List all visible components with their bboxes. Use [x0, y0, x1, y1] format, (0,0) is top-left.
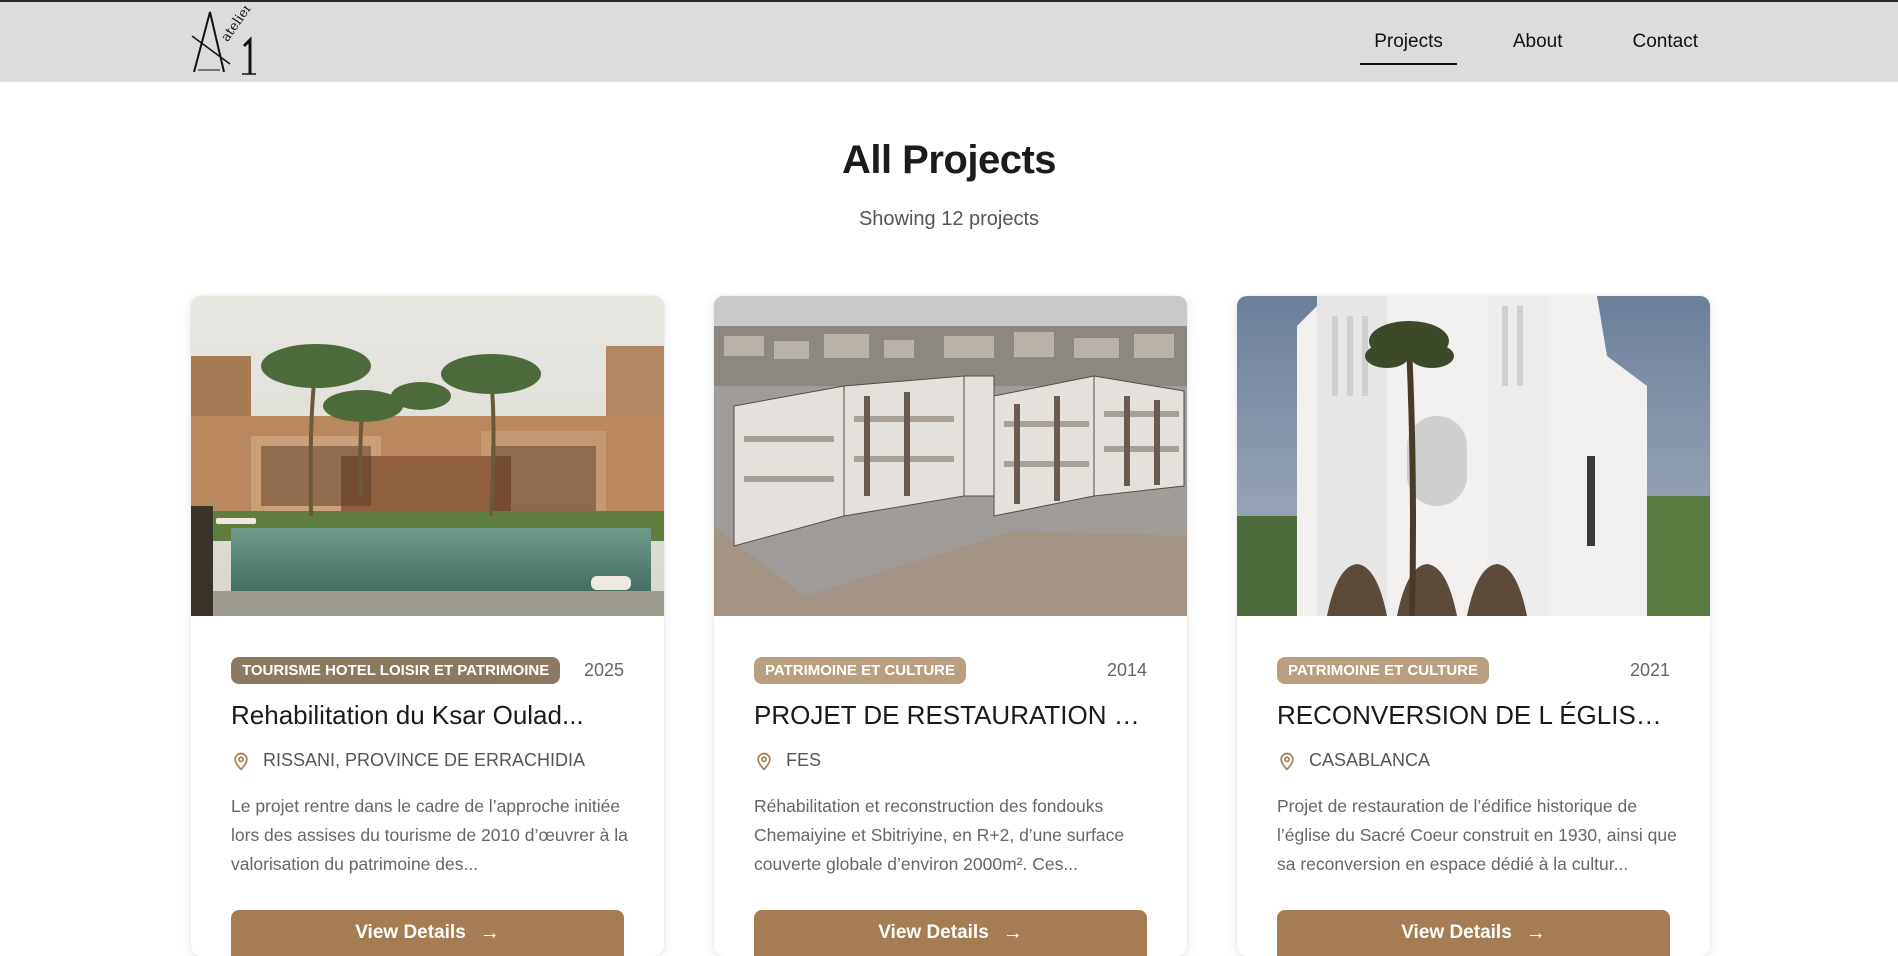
- category-badge: PATRIMOINE ET CULTURE: [1277, 656, 1489, 684]
- location-text: FES: [786, 750, 822, 770]
- button-label: View Details: [1401, 922, 1512, 943]
- project-image-ksar[interactable]: [191, 296, 664, 616]
- location-text: CASABLANCA: [1309, 750, 1431, 770]
- project-title[interactable]: Rehabilitation du Ksar Oulad...: [231, 700, 624, 731]
- project-image-church[interactable]: [1237, 296, 1710, 616]
- arrow-right-icon: →: [479, 922, 500, 944]
- project-location: FES: [754, 750, 821, 771]
- project-description: Projet de restauration de l’édifice hist…: [1277, 796, 1677, 874]
- view-details-button[interactable]: View Details →: [231, 910, 624, 956]
- view-details-button[interactable]: View Details →: [1277, 910, 1670, 956]
- location-text: RISSANI, PROVINCE DE ERRACHIDIA: [263, 750, 586, 770]
- project-description: Réhabilitation et reconstruction des fon…: [754, 796, 1125, 874]
- main-nav: Projects About Contact: [1318, 2, 1712, 82]
- project-location: CASABLANCA: [1277, 750, 1430, 771]
- project-title[interactable]: RECONVERSION DE L ÉGLISE D...: [1277, 700, 1670, 731]
- project-card[interactable]: PATRIMOINE ET CULTURE 2014 PROJET DE RES…: [714, 296, 1187, 956]
- view-details-button[interactable]: View Details →: [754, 910, 1147, 956]
- card-meta: PATRIMOINE ET CULTURE 2021: [1277, 656, 1670, 684]
- atelier-logo[interactable]: atelier: [190, 6, 262, 78]
- location-pin-icon: [234, 752, 248, 770]
- arrow-right-icon: →: [1002, 922, 1023, 944]
- project-card[interactable]: PATRIMOINE ET CULTURE 2021 RECONVERSION …: [1237, 296, 1710, 956]
- page-title: All Projects: [841, 138, 1057, 182]
- location-pin-icon: [1280, 752, 1294, 770]
- project-count: Showing 12 projects: [858, 208, 1040, 230]
- location-pin-icon: [757, 752, 771, 770]
- button-label: View Details: [355, 922, 466, 943]
- project-year: 2025: [583, 659, 624, 680]
- nav-about[interactable]: About: [1499, 2, 1577, 82]
- button-label: View Details: [878, 922, 989, 943]
- card-meta: TOURISME HOTEL LOISIR ET PATRIMOINE 2025: [231, 656, 624, 684]
- project-location: RISSANI, PROVINCE DE ERRACHIDIA: [231, 750, 585, 771]
- project-card[interactable]: TOURISME HOTEL LOISIR ET PATRIMOINE 2025…: [191, 296, 664, 956]
- nav-contact[interactable]: Contact: [1619, 2, 1712, 82]
- arrow-right-icon: →: [1525, 922, 1546, 944]
- card-meta: PATRIMOINE ET CULTURE 2014: [754, 656, 1147, 684]
- nav-projects[interactable]: Projects: [1360, 2, 1457, 82]
- project-year: 2014: [1106, 659, 1147, 680]
- project-title[interactable]: PROJET DE RESTAURATION ET...: [754, 700, 1147, 731]
- category-badge: PATRIMOINE ET CULTURE: [754, 656, 966, 684]
- project-description: Le projet rentre dans le cadre de l’appr…: [231, 796, 628, 874]
- project-year: 2021: [1629, 659, 1670, 680]
- site-header: atelier Projects About Contact: [0, 2, 1898, 82]
- project-image-fondouk[interactable]: [714, 296, 1187, 616]
- category-badge: TOURISME HOTEL LOISIR ET PATRIMOINE: [231, 656, 561, 684]
